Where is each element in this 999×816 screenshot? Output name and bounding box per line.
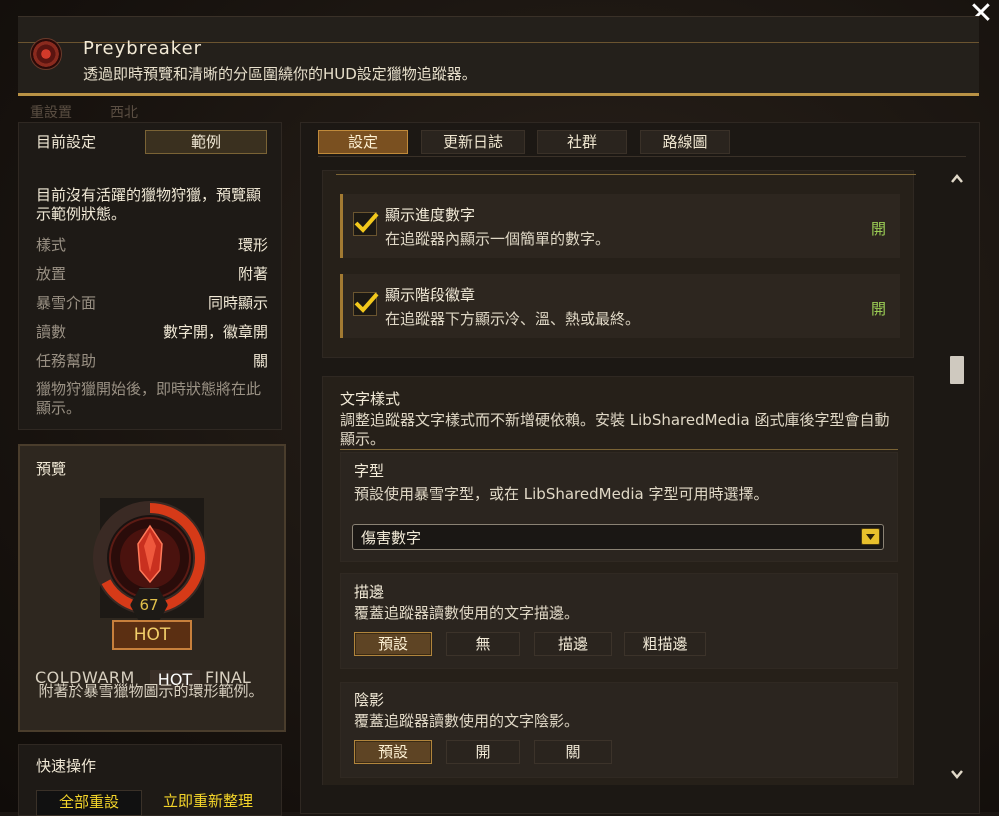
tab-roadmap[interactable]: 路線圖: [640, 130, 730, 154]
setting-key-readout: 讀數: [36, 323, 67, 341]
header-bottom-border: [18, 93, 979, 96]
font-desc: 預設使用暴雪字型，或在 LibSharedMedia 字型可用時選擇。: [354, 485, 769, 503]
scroll-thumb[interactable]: [950, 356, 964, 384]
scroll-down-icon[interactable]: [948, 767, 966, 785]
show-progress-title: 顯示進度數字: [385, 206, 476, 224]
current-settings-title: 目前設定: [36, 133, 97, 151]
background-text: 重設置: [30, 105, 72, 121]
sample-button[interactable]: 範例: [145, 130, 267, 154]
setting-value-quest-help: 關: [252, 352, 268, 370]
reorganize-button[interactable]: 立即重新整理: [148, 790, 268, 814]
setting-value-style: 環形: [237, 236, 268, 254]
card-divider: [336, 174, 916, 175]
checkmark-icon: [354, 212, 379, 233]
app-subtitle: 透過即時預覽和清晰的分區圍繞你的HUD設定獵物追蹤器。: [83, 65, 477, 83]
text-style-desc: 調整追蹤器文字樣式而不新增硬依賴。安裝 LibSharedMedia 函式庫後字…: [340, 411, 890, 448]
preview-title: 預覽: [36, 460, 67, 478]
setting-value-readout: 數字開，徽章開: [162, 323, 268, 341]
reset-all-button[interactable]: 全部重設: [36, 790, 142, 816]
current-note: 目前沒有活躍的獵物狩獵，預覽顯示範例狀態。: [36, 186, 262, 223]
show-progress-desc: 在追蹤器內顯示一個簡單的數字。: [385, 230, 611, 248]
font-title: 字型: [354, 462, 385, 480]
setting-key-style: 樣式: [36, 236, 67, 254]
stage-badge: HOT: [112, 620, 192, 650]
outline-option-none[interactable]: 無: [446, 632, 520, 656]
text-style-title: 文字樣式: [340, 390, 401, 408]
show-badge-checkbox[interactable]: [353, 292, 379, 316]
tabs-divider: [318, 156, 966, 157]
show-badge-title: 顯示階段徽章: [385, 286, 476, 304]
show-progress-row[interactable]: 顯示進度數字 在追蹤器內顯示一個簡單的數字。 開: [340, 194, 900, 258]
show-badge-desc: 在追蹤器下方顯示冷、溫、熱或最終。: [385, 310, 641, 328]
setting-value-blizzard-ui: 同時顯示: [207, 294, 268, 312]
show-progress-state: 開: [871, 220, 887, 238]
show-progress-checkbox[interactable]: [353, 212, 379, 236]
font-dropdown[interactable]: 傷害數字: [352, 524, 884, 550]
setting-value-placement: 附著: [237, 265, 268, 283]
settings-scroll-area[interactable]: 顯示進度數字 在追蹤器內顯示一個簡單的數字。 開 顯示階段徽章 在追蹤器下方顯示…: [322, 170, 942, 785]
preview-caption: 附著於暴雪獵物圖示的環形範例。: [38, 682, 264, 700]
setting-key-placement: 放置: [36, 265, 67, 283]
shadow-option-default[interactable]: 預設: [354, 740, 432, 764]
outline-option-default[interactable]: 預設: [354, 632, 432, 656]
setting-key-blizzard-ui: 暴雪介面: [36, 294, 97, 312]
show-badge-row[interactable]: 顯示階段徽章 在追蹤器下方顯示冷、溫、熱或最終。 開: [340, 274, 900, 338]
font-dropdown-value: 傷害數字: [361, 529, 422, 547]
tab-settings[interactable]: 設定: [318, 130, 408, 154]
settings-scrollbar[interactable]: [948, 170, 966, 785]
shadow-title: 陰影: [354, 691, 385, 709]
scroll-up-icon[interactable]: [948, 172, 966, 190]
quick-actions-title: 快速操作: [36, 757, 97, 775]
tab-community[interactable]: 社群: [537, 130, 627, 154]
outline-option-outline[interactable]: 描邊: [534, 632, 612, 656]
addon-logo-icon: [30, 38, 62, 70]
text-style-divider: [340, 449, 898, 450]
shadow-option-on[interactable]: 開: [446, 740, 520, 764]
outline-option-thick[interactable]: 粗描邊: [624, 632, 706, 656]
current-footer-note: 獵物狩獵開始後，即時狀態將在此顯示。: [36, 380, 262, 417]
app-title: Preybreaker: [83, 38, 203, 59]
shadow-option-off[interactable]: 關: [534, 740, 612, 764]
setting-key-quest-help: 任務幫助: [36, 352, 97, 370]
background-text: 西北: [110, 105, 138, 121]
checkmark-icon: [354, 292, 379, 313]
outline-desc: 覆蓋追蹤器讀數使用的文字描邊。: [354, 604, 580, 622]
shadow-desc: 覆蓋追蹤器讀數使用的文字陰影。: [354, 712, 580, 730]
chevron-down-icon[interactable]: [861, 528, 880, 545]
tab-changelog[interactable]: 更新日誌: [421, 130, 525, 154]
outline-title: 描邊: [354, 583, 385, 601]
show-badge-state: 開: [871, 300, 887, 318]
